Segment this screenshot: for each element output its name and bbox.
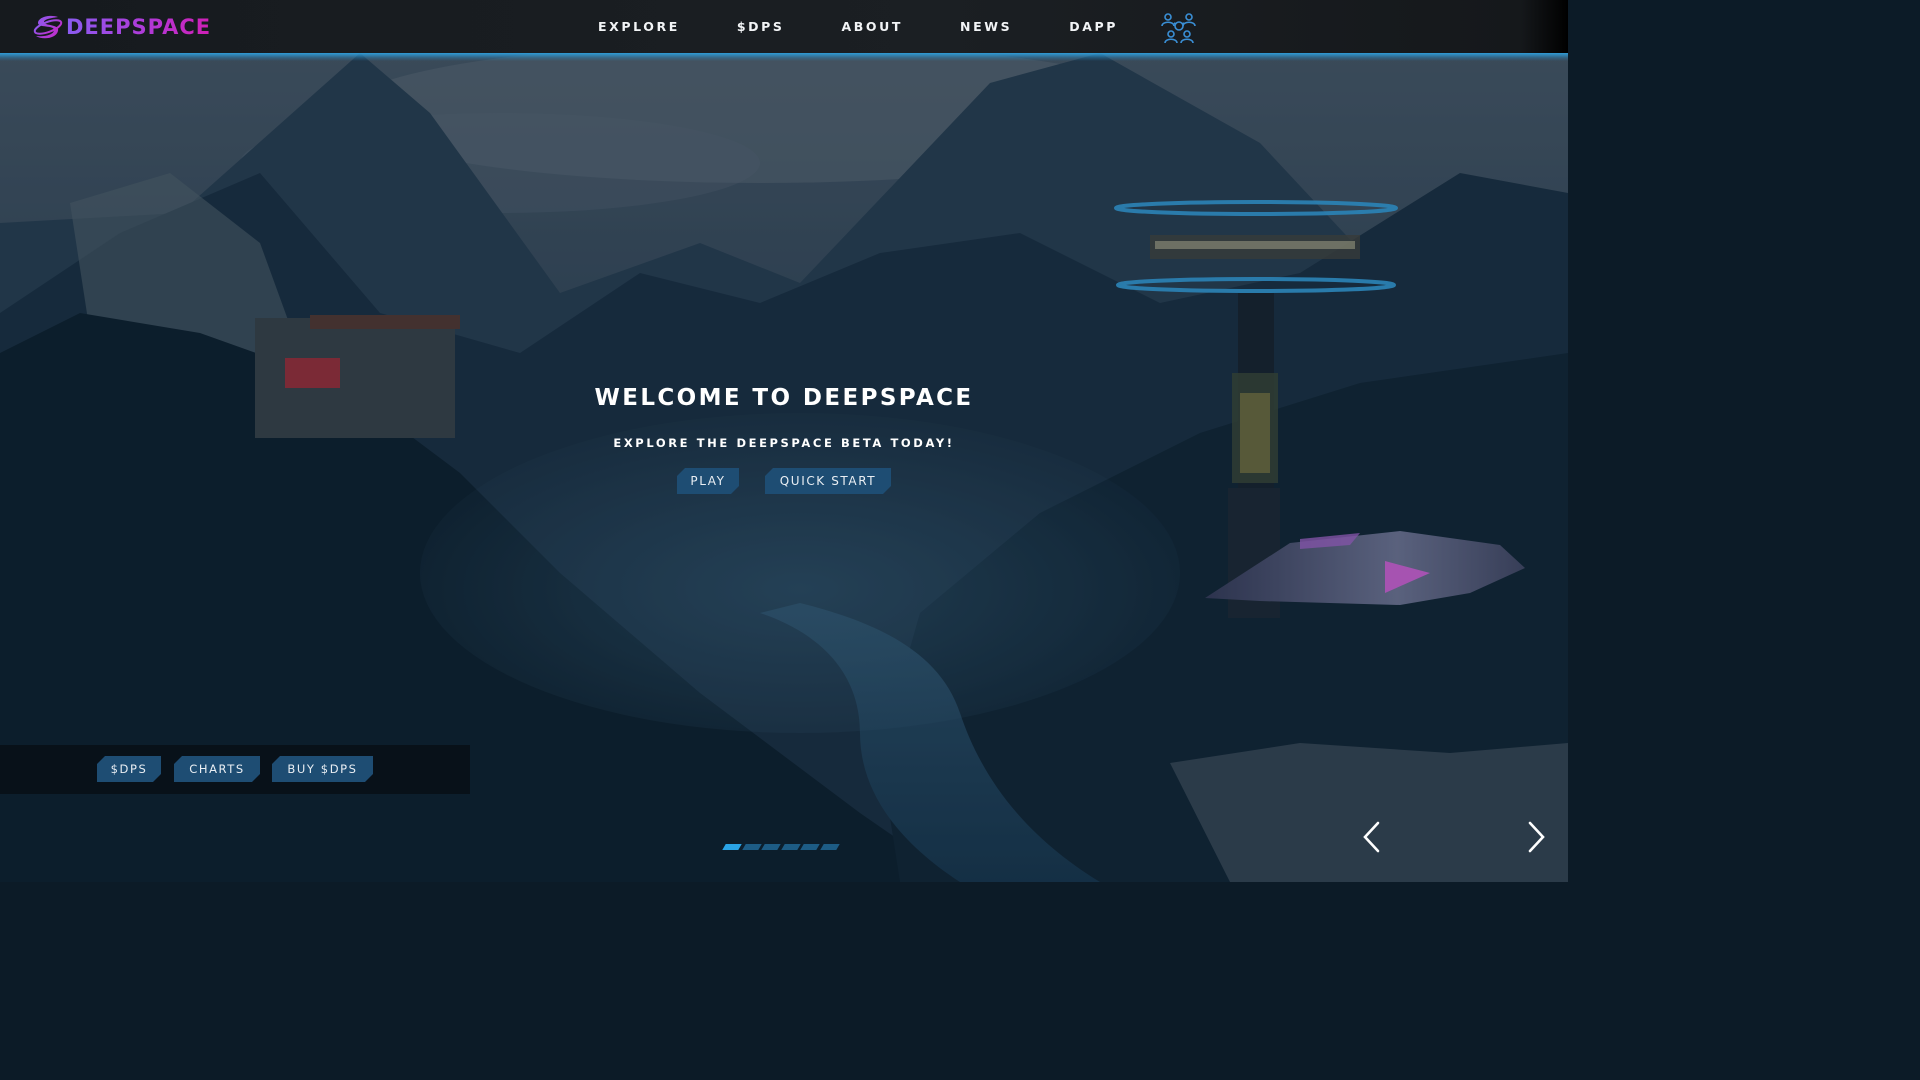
play-button[interactable]: PLAY xyxy=(677,468,739,494)
dps-button[interactable]: $DPS xyxy=(97,756,161,782)
carousel-dot-1[interactable] xyxy=(722,844,742,850)
carousel-dot-3[interactable] xyxy=(761,844,781,850)
logo-text: DEEPSPACE xyxy=(66,15,212,39)
quick-start-button[interactable]: QUICK START xyxy=(765,468,891,494)
carousel-dot-4[interactable] xyxy=(780,844,801,850)
chevron-right-icon[interactable] xyxy=(1524,820,1548,854)
charts-button[interactable]: CHARTS xyxy=(174,756,260,782)
header-glow-line xyxy=(0,53,1568,61)
main-nav: EXPLORE $DPS ABOUT NEWS DAPP xyxy=(570,0,1147,53)
carousel-pagination xyxy=(722,844,841,851)
top-navigation-bar: DEEPSPACE EXPLORE $DPS ABOUT NEWS DAPP xyxy=(0,0,1568,53)
carousel-dot-5[interactable] xyxy=(800,844,820,850)
hero-title: WELCOME TO DEEPSPACE xyxy=(594,385,974,411)
logo[interactable]: DEEPSPACE xyxy=(32,13,211,41)
hero-subtitle: EXPLORE THE DEEPSPACE BETA TODAY! xyxy=(613,436,955,450)
carousel-dot-2[interactable] xyxy=(741,844,762,850)
carousel-dot-6[interactable] xyxy=(819,844,840,850)
deepspace-logo-icon xyxy=(33,15,63,39)
buy-dps-button[interactable]: BUY $DPS xyxy=(272,756,373,782)
nav-dapp[interactable]: DAPP xyxy=(1069,19,1118,34)
nav-about[interactable]: ABOUT xyxy=(842,19,904,34)
nav-explore[interactable]: EXPLORE xyxy=(598,19,680,34)
quick-links-bar: $DPS CHARTS BUY $DPS xyxy=(0,745,470,794)
nav-news[interactable]: NEWS xyxy=(960,19,1012,34)
nav-dps[interactable]: $DPS xyxy=(737,19,785,34)
chevron-left-icon[interactable] xyxy=(1360,820,1384,854)
community-network-icon[interactable] xyxy=(1160,9,1198,45)
